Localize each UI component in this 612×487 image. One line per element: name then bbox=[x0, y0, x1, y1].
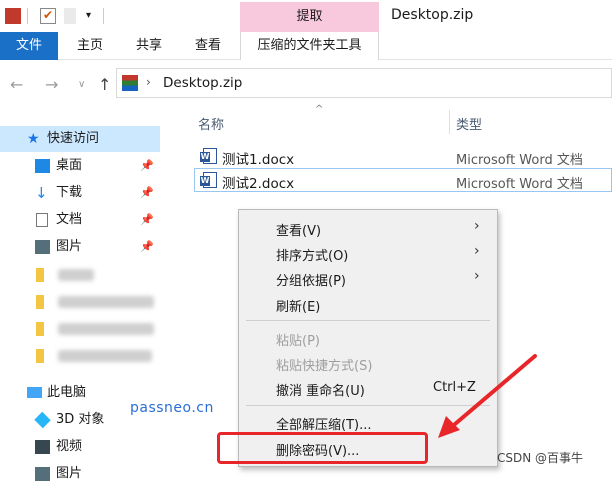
menu-item-paste[interactable]: 粘贴(P) bbox=[276, 330, 320, 349]
nav-quick-access[interactable]: ★ 快速访问 bbox=[0, 126, 160, 152]
column-header-name[interactable]: 名称 bbox=[198, 114, 224, 133]
divider bbox=[103, 8, 104, 24]
menu-item-refresh[interactable]: 刷新(E) bbox=[276, 296, 320, 315]
address-path[interactable]: Desktop.zip bbox=[163, 75, 242, 91]
watermark: passneo.cn bbox=[130, 400, 214, 416]
pin-icon[interactable]: 📌 bbox=[140, 234, 154, 260]
file-type: Microsoft Word 文档 bbox=[456, 177, 583, 192]
nav-item-documents[interactable]: 文档 📌 bbox=[0, 207, 160, 233]
video-icon bbox=[35, 440, 50, 454]
nav-label: 3D 对象 bbox=[56, 412, 105, 427]
redacted-label bbox=[58, 350, 152, 362]
file-type: Microsoft Word 文档 bbox=[456, 153, 583, 168]
folder-icon bbox=[36, 295, 44, 309]
customize-qat-icon[interactable]: ▾ bbox=[86, 8, 102, 24]
picture-icon bbox=[35, 240, 50, 254]
nav-label: 此电脑 bbox=[47, 385, 87, 400]
menu-item-view[interactable]: 查看(V) bbox=[276, 220, 321, 239]
nav-item-desktop[interactable]: 桌面 📌 bbox=[0, 153, 160, 179]
folder-icon bbox=[36, 268, 44, 282]
folder-icon bbox=[36, 322, 44, 336]
nav-item-blurred[interactable] bbox=[0, 289, 160, 315]
word-document-icon bbox=[200, 148, 217, 164]
nav-label: 图片 bbox=[56, 239, 83, 254]
redacted-label bbox=[58, 296, 154, 308]
nav-item-pictures[interactable]: 图片 📌 bbox=[0, 234, 160, 260]
nav-label: 图片 bbox=[56, 466, 83, 481]
download-icon: ↓ bbox=[35, 184, 48, 202]
sort-indicator-icon: ^ bbox=[315, 104, 324, 115]
word-document-icon bbox=[200, 172, 217, 188]
nav-item-videos[interactable]: 视频 bbox=[0, 434, 160, 460]
context-group-label: 提取 bbox=[296, 9, 323, 24]
tab-view[interactable]: 查看 bbox=[190, 32, 226, 60]
nav-item-blurred[interactable] bbox=[0, 343, 160, 369]
file-name[interactable]: 测试2.docx bbox=[222, 172, 294, 192]
tab-file[interactable]: 文件 bbox=[0, 32, 58, 60]
folder-icon bbox=[36, 349, 44, 363]
highlight-box bbox=[217, 432, 428, 464]
menu-item-sort[interactable]: 排序方式(O) bbox=[276, 245, 348, 264]
nav-label: 视频 bbox=[56, 439, 83, 454]
star-icon: ★ bbox=[27, 131, 40, 147]
properties-icon[interactable]: ✔ bbox=[40, 8, 56, 24]
redacted-label bbox=[58, 323, 154, 335]
nav-item-pictures-pc[interactable]: 图片 bbox=[0, 461, 160, 487]
app-icon[interactable] bbox=[5, 8, 21, 24]
3d-objects-icon bbox=[34, 411, 51, 429]
file-name[interactable]: 测试1.docx bbox=[222, 148, 294, 168]
picture-icon bbox=[35, 467, 50, 481]
tab-home[interactable]: 主页 bbox=[72, 32, 108, 60]
menu-item-group[interactable]: 分组依据(P) bbox=[276, 270, 346, 289]
back-arrow-icon[interactable]: ← bbox=[10, 75, 23, 94]
divider bbox=[27, 8, 28, 24]
zip-folder-icon bbox=[122, 75, 138, 91]
column-header-type[interactable]: 类型 bbox=[456, 114, 482, 133]
nav-label: 下载 bbox=[56, 185, 83, 200]
pin-icon[interactable]: 📌 bbox=[140, 180, 154, 206]
redacted-label bbox=[58, 269, 94, 281]
context-group-header: 提取 bbox=[240, 2, 379, 32]
desktop-icon bbox=[35, 159, 50, 173]
nav-label: 文档 bbox=[56, 212, 83, 227]
submenu-arrow-icon: › bbox=[474, 268, 480, 284]
breadcrumb-chevron-icon[interactable]: › bbox=[146, 75, 151, 89]
annotation-arrow-icon bbox=[438, 354, 537, 438]
nav-item-downloads[interactable]: ↓ 下载 📌 bbox=[0, 180, 160, 206]
menu-separator bbox=[246, 320, 490, 321]
menu-item-extract-all[interactable]: 全部解压缩(T)... bbox=[276, 414, 371, 433]
tab-compressed-folder-tools[interactable]: 压缩的文件夹工具 bbox=[240, 32, 379, 61]
credit-text: CSDN @百事牛 bbox=[497, 451, 584, 465]
nav-item-blurred[interactable] bbox=[0, 262, 160, 288]
computer-icon bbox=[27, 387, 42, 398]
nav-item-blurred[interactable] bbox=[0, 316, 160, 342]
menu-item-undo-rename[interactable]: 撤消 重命名(U) bbox=[276, 380, 365, 399]
pin-icon[interactable]: 📌 bbox=[140, 153, 154, 179]
up-arrow-icon[interactable]: ↑ bbox=[98, 75, 111, 94]
nav-label: 桌面 bbox=[56, 158, 83, 173]
column-divider[interactable] bbox=[449, 110, 450, 134]
new-folder-icon[interactable] bbox=[64, 8, 76, 24]
pin-icon[interactable]: 📌 bbox=[140, 207, 154, 233]
submenu-arrow-icon: › bbox=[474, 243, 480, 259]
document-icon bbox=[36, 213, 48, 227]
tab-share[interactable]: 共享 bbox=[131, 32, 167, 60]
menu-item-paste-shortcut[interactable]: 粘贴快捷方式(S) bbox=[276, 355, 372, 374]
submenu-arrow-icon: › bbox=[474, 218, 480, 234]
window-title: Desktop.zip bbox=[391, 7, 474, 23]
nav-label: 快速访问 bbox=[47, 131, 100, 146]
recent-locations-icon[interactable]: ∨ bbox=[78, 79, 85, 90]
forward-arrow-icon[interactable]: → bbox=[45, 75, 58, 94]
